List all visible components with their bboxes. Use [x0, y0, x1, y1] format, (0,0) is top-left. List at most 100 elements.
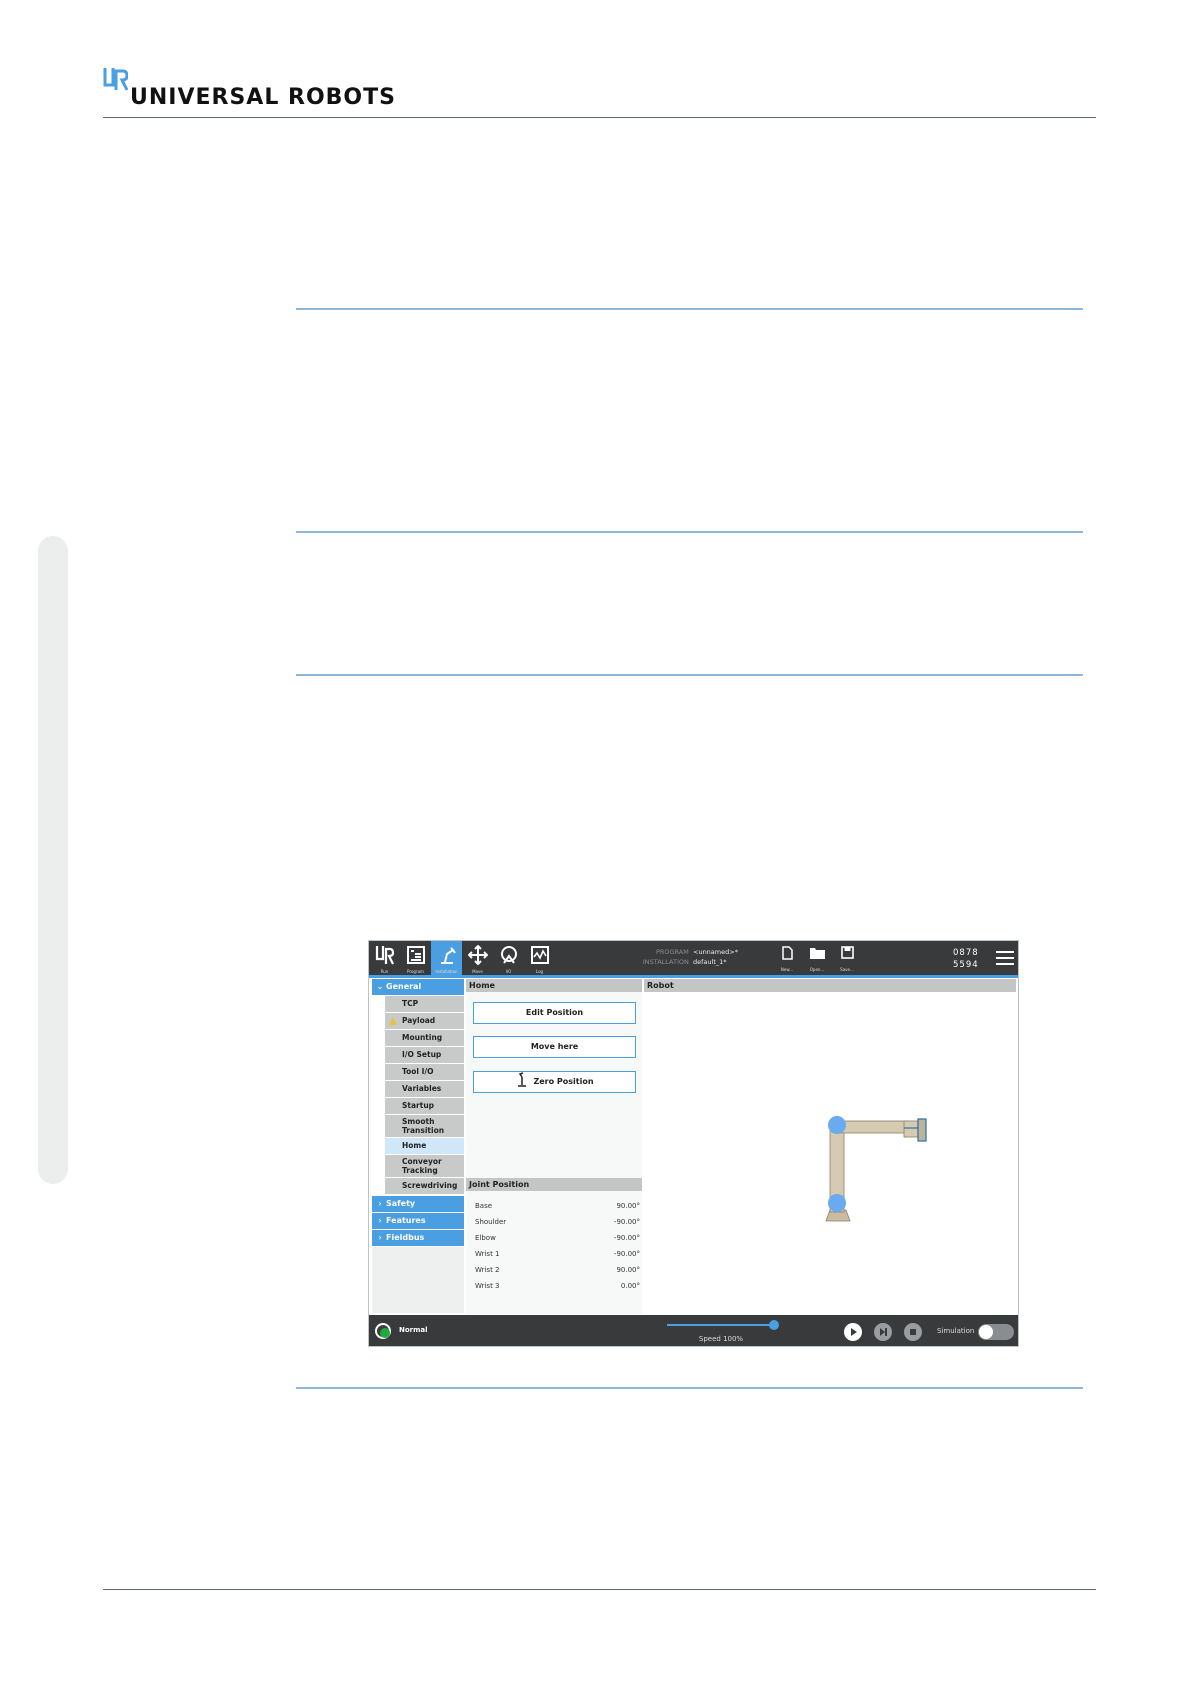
installation-icon — [441, 947, 456, 964]
section-rule — [296, 531, 1083, 533]
nav-label: I/O — [505, 969, 512, 974]
io-icon — [501, 946, 517, 964]
section-rule — [296, 674, 1083, 676]
open-label: Open... — [809, 967, 825, 972]
program-key: PROGRAM — [655, 948, 689, 956]
nav-log[interactable]: Log — [524, 941, 555, 975]
nav-label: Run — [380, 969, 389, 974]
robot-view[interactable] — [644, 992, 1016, 1314]
save-label: Save... — [840, 967, 854, 972]
menu-item-conveyor-tracking[interactable]: Conveyor Tracking — [385, 1155, 464, 1177]
joint-value: -90.00° — [613, 1250, 640, 1258]
joint-value: 90.00° — [616, 1266, 640, 1274]
menu-item-io-setup[interactable]: I/O Setup — [385, 1047, 464, 1063]
speed-slider-handle[interactable] — [769, 1320, 779, 1330]
nav-run[interactable]: Run — [369, 941, 400, 975]
program-info: PROGRAM <unnamed>* INSTALLATION default_… — [619, 947, 743, 967]
brand-name: UNIVERSAL ROBOTS — [130, 85, 396, 110]
joint-row-base: Base 90.00° — [475, 1200, 640, 1212]
serial-line-2: 5594 — [953, 960, 979, 970]
hamburger-menu-icon[interactable] — [996, 951, 1014, 965]
stop-button[interactable] — [904, 1323, 922, 1341]
home-panel-title: Home — [466, 979, 642, 992]
nav-label: Program — [407, 969, 424, 974]
program-name: <unnamed>* — [693, 948, 738, 956]
nav-io[interactable]: I/O — [493, 941, 524, 975]
bottom-bar: Normal Speed 100% Simulation — [369, 1315, 1018, 1346]
top-bar-accent — [369, 975, 1018, 978]
chevron-right-icon: › — [378, 1216, 382, 1225]
menu-item-tcp[interactable]: TCP — [385, 996, 464, 1012]
joint-row-wrist-2: Wrist 2 90.00° — [475, 1264, 640, 1276]
joint-value: 0.00° — [620, 1282, 640, 1290]
joint-row-elbow: Elbow -90.00° — [475, 1232, 640, 1244]
menu-item-home[interactable]: Home — [385, 1138, 464, 1154]
robot-arm-model — [825, 1116, 927, 1222]
open-folder-icon — [810, 948, 825, 959]
simulation-toggle[interactable] — [978, 1324, 1014, 1340]
menu-item-startup[interactable]: Startup — [385, 1098, 464, 1114]
menu-item-variables[interactable]: Variables — [385, 1081, 464, 1097]
joint-name: Wrist 2 — [475, 1266, 500, 1274]
robot-status: Normal — [399, 1326, 428, 1334]
menu-fieldbus-label: Fieldbus — [386, 1233, 425, 1242]
nav-label: Log — [535, 969, 544, 974]
menu-general[interactable]: ⌄ General — [372, 979, 464, 995]
nav-move[interactable]: Move — [462, 941, 493, 975]
joint-name: Shoulder — [475, 1218, 507, 1226]
program-icon — [407, 946, 425, 964]
menu-item-mounting[interactable]: Mounting — [385, 1030, 464, 1046]
play-icon — [851, 1328, 857, 1336]
serial-line-1: 0878 — [953, 948, 979, 958]
edit-position-button[interactable]: Edit Position — [473, 1002, 636, 1024]
joint-name: Base — [475, 1202, 493, 1210]
simulation-label: Simulation — [937, 1327, 975, 1335]
ur-logo-icon — [375, 946, 395, 965]
menu-features-label: Features — [386, 1216, 426, 1225]
open-button[interactable]: Open... — [804, 943, 830, 975]
top-bar: Run Program Installation Move I/O Log PR… — [369, 941, 1018, 975]
chevron-right-icon: › — [378, 1199, 382, 1208]
joint-name: Wrist 3 — [475, 1282, 500, 1290]
joint-value: 90.00° — [616, 1202, 640, 1210]
new-button[interactable]: New... — [774, 943, 800, 975]
chevron-down-icon: ⌄ — [376, 982, 384, 991]
menu-item-screwdriving[interactable]: Screwdriving — [385, 1178, 464, 1194]
robot-zero-icon — [518, 1072, 527, 1087]
joint-value: -90.00° — [613, 1218, 640, 1226]
move-icon — [468, 945, 488, 965]
nav-installation[interactable]: Installation — [431, 941, 462, 975]
save-button[interactable]: Save... — [834, 943, 860, 975]
nav-label: Move — [472, 969, 483, 974]
log-icon — [531, 946, 549, 964]
menu-item-smooth-transition[interactable]: Smooth Transition — [385, 1115, 464, 1137]
header-rule — [103, 117, 1096, 118]
save-icon — [841, 946, 854, 959]
robot-panel-title: Robot — [644, 979, 1016, 992]
menu-fieldbus[interactable]: › Fieldbus — [372, 1230, 464, 1246]
nav-program[interactable]: Program — [400, 941, 431, 975]
serial-number: 0878 5594 — [953, 947, 979, 971]
ur-logo-icon — [103, 68, 128, 91]
menu-general-label: General — [386, 982, 422, 991]
joint-row-wrist-3: Wrist 3 0.00° — [475, 1280, 640, 1292]
section-rule — [296, 308, 1083, 310]
move-here-button[interactable]: Move here — [473, 1036, 636, 1058]
joint-row-shoulder: Shoulder -90.00° — [475, 1216, 640, 1228]
menu-safety[interactable]: › Safety — [372, 1196, 464, 1212]
side-tab — [38, 536, 68, 1184]
step-button[interactable] — [874, 1323, 892, 1341]
menu-features[interactable]: › Features — [372, 1213, 464, 1229]
play-button[interactable] — [844, 1323, 862, 1341]
new-file-icon — [782, 946, 793, 960]
stop-icon — [910, 1329, 916, 1335]
status-indicator-icon — [375, 1323, 391, 1339]
zero-position-button[interactable]: Zero Position — [473, 1071, 636, 1093]
section-rule — [296, 1387, 1083, 1389]
warning-icon — [389, 1017, 397, 1025]
speed-slider-track[interactable] — [667, 1324, 775, 1326]
chevron-right-icon: › — [378, 1233, 382, 1242]
menu-item-tool-io[interactable]: Tool I/O — [385, 1064, 464, 1080]
installation-home-screenshot: Run Program Installation Move I/O Log PR… — [368, 940, 1019, 1347]
menu-item-payload[interactable]: Payload — [385, 1013, 464, 1029]
